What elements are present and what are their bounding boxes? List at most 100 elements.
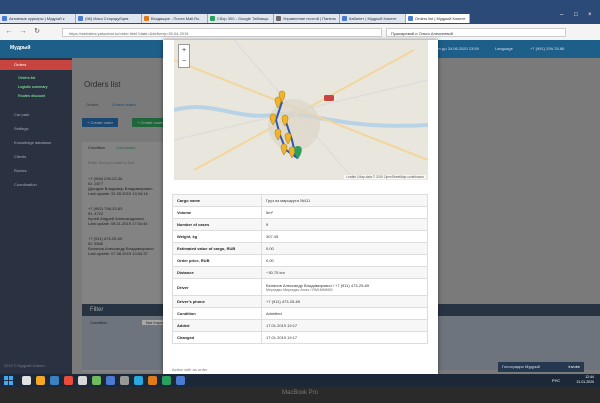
minimize-icon[interactable]: – [560,12,563,18]
info-row: Condition Admitted [172,307,428,320]
zoom-out-button[interactable]: − [179,56,189,67]
app-icon[interactable] [92,376,101,385]
zoom-in-button[interactable]: + [179,45,189,56]
excel-icon[interactable] [162,376,171,385]
back-button[interactable]: ← [4,27,14,37]
map-marker-icon[interactable] [269,113,277,126]
info-value: 0.00 [266,258,274,263]
info-value: Груз из маршрута №111 [266,198,311,203]
browser-tab[interactable]: Orders list | Мудрый Клиент [406,14,470,23]
info-value-cell: Белянов Александр Владимирович / +7 (911… [261,278,428,296]
info-row: Distance ~30.75 km [172,266,428,279]
mail-icon[interactable] [176,376,185,385]
notification-action[interactable]: invoke [568,362,580,372]
browser-tab[interactable]: Сбор 300 - Google Таблицы [208,14,274,23]
search-field[interactable]: Пушкаревой и Ольги Алексеевой [386,28,566,37]
modal-footer: Action with an order [172,367,208,372]
forward-button[interactable]: → [18,27,28,37]
language-menu[interactable]: Language [495,46,513,51]
map-marker-icon[interactable] [281,114,289,127]
sidebar-subitem[interactable]: Orders list [0,74,72,82]
sidebar-item[interactable]: Coordination [0,180,72,190]
map-marker-icon[interactable] [280,143,288,156]
screen: Активные курьеры | Мудрый к (98) Илья Ста… [0,0,600,387]
info-key: Volume [172,206,262,219]
device-label: MacBook Pro [281,390,318,396]
info-key: Number of cases [172,218,262,231]
browser-tab-bar: Активные курьеры | Мудрый к (98) Илья Ста… [0,0,600,24]
info-key: Changed [172,331,262,344]
map-marker-icon[interactable] [274,128,282,141]
info-value: 307.45 [266,234,279,239]
order-info-table: Cargo name Груз из маршрута №111 Volume 5m²… [172,194,428,344]
info-value-cell: +7 (911) 473-25-69 [261,295,428,308]
map-attribution: Leaflet | Map data © 2019 OpenStreetMap … [344,175,426,179]
sidebar-footer: 2019 © Мудрый Клиент [4,364,46,368]
info-value: 9 [266,222,269,227]
yandex-icon[interactable] [64,376,73,385]
info-value: 17.01.2019 19:17 [266,323,298,328]
close-window-icon[interactable]: × [588,12,592,18]
reload-button[interactable]: ↻ [32,27,42,37]
telegram-icon[interactable] [134,376,143,385]
info-row: Cargo name Груз из маршрута №111 [172,194,428,207]
destination-marker-icon[interactable] [294,146,302,159]
vehicle-icon[interactable] [324,95,334,101]
folder-icon[interactable] [36,376,45,385]
browser-tab[interactable]: Кабинет | Мудрый Клиент [340,14,406,23]
info-value-cell: 0.00 [261,242,428,255]
tab-favicon-icon [342,16,347,21]
taskbar: РУС 12:44 21.01.2020 [0,374,600,387]
windows-start-icon[interactable] [4,376,13,385]
tab-favicon-icon [276,16,281,21]
sidebar-item[interactable]: Orders [0,60,72,70]
url-field[interactable]: https://websites.yasuchat.ru/order.html?… [62,28,382,37]
info-key: Distance [172,266,262,279]
search-icon[interactable] [22,376,31,385]
browser-tab[interactable]: Входящие - Почта Mail.Ru [142,14,208,23]
keyboard-language[interactable]: РУС [552,378,560,383]
map-marker-icon[interactable] [284,132,292,145]
info-row: Order price, RUB 0.00 [172,254,428,267]
settings-icon[interactable] [120,376,129,385]
sidebar-item[interactable]: Clients [0,152,72,162]
clock-date: 21.01.2020 [576,380,594,384]
store-icon[interactable] [78,376,87,385]
tab-favicon-icon [2,16,7,21]
header-phone[interactable]: +7 (951) 299-78-88 [530,46,564,51]
info-row: Driver's phone +7 (911) 473-25-69 [172,295,428,308]
browser-tab[interactable]: Активные курьеры | Мудрый к [0,14,76,23]
maximize-icon[interactable]: □ [574,12,578,18]
info-value-cell: 17.01.2019 19:17 [261,319,428,332]
chrome-icon[interactable] [106,376,115,385]
map-marker-icon[interactable] [288,146,296,159]
brand-logo[interactable]: Мудрый [10,45,30,51]
info-key: Cargo name [172,194,262,207]
browser-tab[interactable]: Управление почтой | Панель [274,14,340,23]
tab-label: Входящие - Почта Mail.Ru [151,16,200,21]
firefox-icon[interactable] [148,376,157,385]
sidebar-item[interactable]: Routes [0,166,72,176]
map-marker-icon[interactable] [274,96,282,109]
notification-toast[interactable]: Голосрадио Мудрый invoke [498,362,584,372]
sidebar-item[interactable]: Car park [0,110,72,120]
sidebar-item[interactable]: Knowledge database [0,138,72,148]
info-key: Weight, kg [172,230,262,243]
info-value: Admitted [266,311,282,316]
info-key: Driver's phone [172,295,262,308]
sidebar-subitem[interactable]: Routes discount [0,92,72,100]
browser-tab[interactable]: (98) Илья Стародубцев [76,14,142,23]
route-map[interactable]: + − Leaflet | Map data © 2019 OpenStreet… [174,40,428,180]
info-key: Added [172,319,262,332]
info-row: Added 17.01.2019 19:17 [172,319,428,332]
tab-label: (98) Илья Стародубцев [85,16,129,21]
sidebar-item[interactable]: Settings [0,124,72,134]
info-row: Number of cases 9 [172,218,428,231]
sidebar-subitem[interactable]: Logistic summary [0,83,72,91]
browser-icon[interactable] [50,376,59,385]
info-key: Order price, RUB [172,254,262,267]
sidebar: Orders Car park Settings Knowledge database… [0,58,72,374]
address-bar-row: ← → ↻ https://websites.yasuchat.ru/order… [0,24,600,41]
tab-label: Управление почтой | Панель [283,16,337,21]
system-clock[interactable]: 12:44 21.01.2020 [576,375,594,385]
